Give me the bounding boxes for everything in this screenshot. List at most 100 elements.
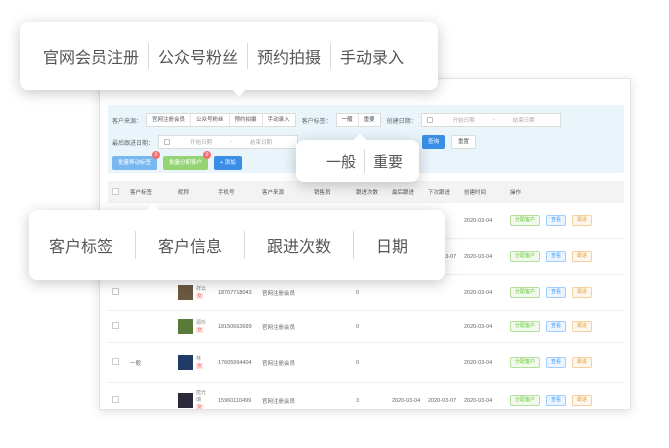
view-button[interactable]: 查看 (546, 215, 567, 226)
avatar (178, 319, 193, 334)
source-option-manual[interactable]: 手动录入 (263, 114, 295, 126)
row-select-cell (108, 288, 130, 297)
table-row[interactable]: 唐光瑞女 15960110499 官网注册会员 3 2020-03-04 202… (108, 383, 624, 409)
last-follow-date-range[interactable]: 开始日期 - 结束日期 (158, 135, 299, 149)
th-follow-count[interactable]: 跟进次数 (356, 188, 392, 196)
row-checkbox[interactable] (112, 358, 119, 365)
tag-label: 客户标签： (301, 118, 332, 125)
gender-tag: 女 (196, 326, 204, 333)
row-phone: 18707718043 (218, 289, 252, 296)
follow-button[interactable]: 跟进 (572, 215, 593, 226)
add-customer-button[interactable]: + 添加 (214, 156, 242, 170)
source-segment: 官网注册会员 公众号粉丝 预约拍摄 手动录入 (146, 113, 296, 127)
assign-button[interactable]: 分配客户 (510, 357, 541, 368)
table-row[interactable]: 一般 林女 17605994404 官网注册会员 0 2020-03-04 分配… (108, 343, 624, 383)
batch-move-tag-button[interactable]: 批量移动标签 0 (112, 151, 161, 170)
assign-button[interactable]: 分配客户 (510, 215, 541, 226)
select-all-cell (108, 187, 130, 197)
row-checkbox[interactable] (112, 322, 119, 329)
assign-button[interactable]: 分配客户 (510, 287, 541, 298)
avatar-wrap: 祥云女 (178, 285, 218, 300)
row-phone: 18150663699 (218, 323, 252, 330)
callout-tag-important: 重要 (373, 153, 404, 171)
view-button[interactable]: 查看 (546, 395, 567, 406)
follow-button[interactable]: 跟进 (572, 287, 593, 298)
table-row[interactable]: 祥云女 18707718043 官网注册会员 0 2020-03-04 分配客户… (108, 275, 624, 311)
row-created: 2020-03-04 (464, 359, 493, 366)
follow-button[interactable]: 跟进 (572, 321, 593, 332)
batch-tag-badge: 0 (152, 151, 161, 159)
view-button[interactable]: 查看 (546, 321, 567, 332)
callout-pointer (354, 133, 366, 140)
tag-option-important[interactable]: 重要 (359, 114, 380, 126)
reset-button[interactable]: 重置 (451, 135, 477, 149)
batch-assign-button[interactable]: 批量分配客户 0 (163, 151, 212, 170)
divider (244, 231, 246, 259)
row-last-follow: 2020-03-04 (392, 397, 421, 404)
th-sales[interactable]: 销售员 (314, 188, 356, 196)
source-option-website[interactable]: 官网注册会员 (147, 114, 192, 126)
search-button[interactable]: 查询 (422, 135, 446, 149)
row-actions: 分配客户 查看 跟进 (510, 357, 610, 368)
row-nickname: 祥云女 (178, 285, 218, 300)
callout-source-booking: 预约拍摄 (257, 50, 322, 67)
row-nickname: 唐光瑞女 (178, 390, 218, 409)
table-header: 客户标签 昵称 手机号 客户来源 销售员 跟进次数 最后跟进 下次跟进 创建时间… (108, 181, 624, 203)
th-phone[interactable]: 手机号 (218, 188, 262, 196)
row-actions: 分配客户 查看 跟进 (510, 287, 610, 298)
row-source: 官网注册会员 (262, 398, 296, 405)
row-select-cell (108, 322, 130, 331)
th-source[interactable]: 客户来源 (262, 188, 314, 196)
nickname: 祥云 (196, 285, 207, 292)
row-select-cell (108, 358, 130, 367)
view-button[interactable]: 查看 (546, 251, 567, 262)
table-row[interactable]: 源珍女 18150663699 官网注册会员 0 2020-03-04 分配客户… (108, 311, 624, 343)
row-select-cell (108, 396, 130, 405)
row-next-follow: 2020-03-07 (428, 397, 457, 404)
row-actions: 分配客户 查看 跟进 (510, 321, 610, 332)
nickname-text: 林女 (196, 356, 208, 370)
callout-source-manual: 手动录入 (340, 50, 405, 67)
row-created: 2020-03-04 (464, 253, 493, 260)
batch-assign-badge: 0 (203, 151, 212, 159)
avatar (178, 393, 193, 408)
source-option-booking[interactable]: 预约拍摄 (230, 114, 263, 126)
select-all-checkbox[interactable] (112, 187, 119, 195)
filter-row-source: 客户来源： 官网注册会员 公众号粉丝 预约拍摄 手动录入 客户标签： 一般 重要… (112, 113, 567, 127)
row-nickname: 源珍女 (178, 319, 218, 334)
nickname-text: 源珍女 (196, 320, 208, 334)
th-tag[interactable]: 客户标签 (130, 188, 178, 196)
nickname-text: 祥云女 (196, 286, 208, 300)
follow-button[interactable]: 跟进 (572, 357, 593, 368)
avatar-wrap: 林女 (178, 355, 218, 370)
row-nickname: 林女 (178, 355, 218, 370)
assign-button[interactable]: 分配客户 (510, 251, 541, 262)
tag-option-normal[interactable]: 一般 (337, 114, 359, 126)
row-created: 2020-03-04 (464, 397, 493, 404)
view-button[interactable]: 查看 (546, 357, 567, 368)
assign-button[interactable]: 分配客户 (510, 395, 541, 406)
created-date-range[interactable]: 开始日期 - 结束日期 (420, 113, 561, 127)
follow-button[interactable]: 跟进 (572, 251, 593, 262)
row-created: 2020-03-04 (464, 289, 493, 296)
th-nickname[interactable]: 昵称 (178, 188, 218, 196)
batch-assign-label: 批量分配客户 (169, 160, 203, 166)
created-start-placeholder: 开始日期 (452, 118, 475, 124)
row-created: 2020-03-04 (464, 217, 493, 224)
th-created[interactable]: 创建时间 (464, 188, 510, 196)
source-option-wechat[interactable]: 公众号粉丝 (191, 114, 230, 126)
avatar (178, 355, 193, 370)
row-checkbox[interactable] (112, 396, 119, 403)
avatar (178, 285, 193, 300)
view-button[interactable]: 查看 (546, 287, 567, 298)
callout-col-date: 日期 (376, 239, 409, 256)
th-next-follow[interactable]: 下次跟进 (428, 188, 464, 196)
callout-table-columns: 客户标签 客户信息 跟进次数 日期 (29, 203, 445, 280)
assign-button[interactable]: 分配客户 (510, 321, 541, 332)
tag-segment: 一般 重要 (335, 113, 381, 127)
th-last-follow[interactable]: 最后跟进 (392, 188, 428, 196)
row-checkbox[interactable] (112, 288, 119, 295)
follow-button[interactable]: 跟进 (572, 395, 593, 406)
last-follow-label: 最后跟进日期： (112, 140, 155, 147)
created-end-placeholder: 结束日期 (512, 118, 535, 124)
